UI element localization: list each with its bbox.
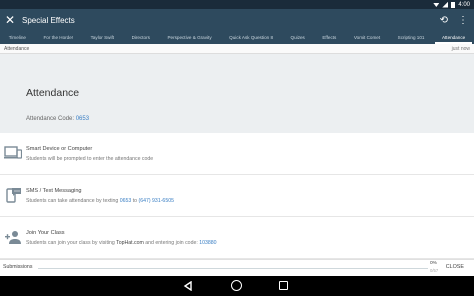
- submissions-count: 0/57: [430, 268, 439, 273]
- subheader-title: Attendance: [4, 46, 30, 52]
- more-vert-icon[interactable]: ⋮: [458, 15, 468, 26]
- sms-phone-number: (647) 931-6505: [138, 198, 174, 204]
- close-attendance-button[interactable]: CLOSE: [446, 264, 464, 270]
- method-title: SMS / Text Messaging: [26, 188, 82, 194]
- tab-taylor-swift[interactable]: Taylor Swift: [82, 31, 123, 44]
- attendance-code-line: Attendance Code: 0653: [26, 116, 89, 122]
- recent-apps-icon[interactable]: [279, 281, 288, 290]
- join-desc-mid: and entering join code:: [143, 240, 200, 246]
- tab-effects[interactable]: Effects: [314, 31, 345, 44]
- method-description: Students will be prompted to enter the a…: [26, 156, 154, 162]
- app-bar: ✕ Special Effects ⟲ ⋮: [0, 9, 474, 31]
- tab-bar: Timeline For the Horde! Taylor Swift Dir…: [0, 31, 474, 44]
- sms-desc-mid: to: [131, 198, 139, 204]
- submissions-label: Submissions: [3, 264, 33, 270]
- tab-quick-ask-question-8[interactable]: Quick Ask Question 8: [220, 31, 281, 44]
- wifi-icon: [433, 3, 440, 7]
- refresh-icon[interactable]: ⟲: [440, 15, 448, 26]
- app-title: Special Effects: [22, 15, 75, 25]
- status-time: 4:00: [458, 1, 470, 8]
- tab-attendance[interactable]: Attendance: [433, 31, 474, 44]
- method-sms: SMS / Text Messaging Students can take a…: [0, 175, 474, 217]
- submissions-percent: 0%: [430, 261, 437, 266]
- sms-icon: [6, 188, 21, 203]
- attendance-code-value: 0653: [75, 116, 90, 122]
- page-title: Attendance: [26, 87, 80, 99]
- tab-scripting-101[interactable]: Scripting 101: [389, 31, 433, 44]
- app-actions: ⟲ ⋮: [440, 9, 468, 31]
- join-code: 103880: [199, 240, 217, 246]
- tab-quizes[interactable]: Quizes: [282, 31, 314, 44]
- join-site: TopHat.com: [116, 240, 144, 246]
- sms-code: 0653: [119, 198, 132, 204]
- submissions-progress-track: [38, 268, 428, 269]
- method-title: Smart Device or Computer: [26, 146, 93, 152]
- add-person-icon: [5, 231, 21, 244]
- method-smart-device: Smart Device or Computer Students will b…: [0, 133, 474, 175]
- submissions-bar: Submissions 0% 0/57 CLOSE: [0, 259, 474, 276]
- close-icon[interactable]: ✕: [0, 9, 20, 31]
- battery-icon: [451, 1, 456, 8]
- system-nav-bar: [0, 276, 474, 296]
- home-icon[interactable]: [231, 280, 242, 291]
- method-title: Join Your Class: [26, 230, 65, 236]
- attendance-methods: Smart Device or Computer Students will b…: [0, 133, 474, 259]
- subheader-timestamp: just now: [451, 46, 470, 52]
- method-join-class: Join Your Class Students can join your c…: [0, 217, 474, 259]
- status-icons: 4:00: [433, 0, 470, 9]
- attendance-header: Attendance Attendance Code: 0653: [0, 54, 474, 133]
- attendance-code-label: Attendance Code:: [26, 116, 76, 122]
- tab-perspective-gravity[interactable]: Perspective & Gravity: [159, 31, 221, 44]
- device-icon: [4, 146, 22, 159]
- tab-for-the-horde[interactable]: For the Horde!: [35, 31, 82, 44]
- method-description: Students can take attendance by texting …: [26, 198, 174, 204]
- tab-vomit-comet[interactable]: Vomit Comet: [345, 31, 389, 44]
- sms-desc-prefix: Students can take attendance by texting: [26, 198, 120, 204]
- back-icon[interactable]: [183, 281, 193, 291]
- status-bar: 4:00: [0, 0, 474, 9]
- signal-icon: [442, 1, 449, 8]
- tab-directors[interactable]: Directors: [123, 31, 159, 44]
- item-subheader: Attendance just now: [0, 44, 474, 54]
- method-description: Students can join your class by visiting…: [26, 240, 217, 246]
- tab-timeline[interactable]: Timeline: [0, 31, 35, 44]
- join-desc-prefix: Students can join your class by visiting: [26, 240, 117, 246]
